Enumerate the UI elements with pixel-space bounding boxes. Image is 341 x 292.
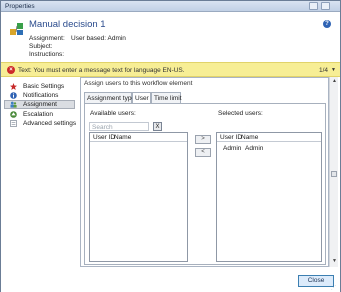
column-header-name[interactable]: Name [114,134,131,141]
chevron-down-icon[interactable]: ▼ [331,67,336,73]
nav-item-notifications[interactable]: Notifications [4,91,75,100]
instructions-label: Instructions: [29,51,65,58]
nav-item-label: Basic Settings [23,83,65,90]
resize-grip-icon[interactable]: ⋰ [331,285,336,291]
help-icon[interactable]: ? [323,20,331,28]
tab-assignment-type[interactable]: Assignment type [84,92,135,103]
element-header: Manual decision 1 Assignment: User based… [1,12,340,62]
panel-title: Assign users to this workflow element [84,80,193,87]
available-users-grid[interactable]: User ID Name [89,132,188,262]
nav-item-escalation[interactable]: Escalation [4,110,75,119]
star-icon [10,83,17,90]
title-bar: Properties [1,1,340,12]
clear-search-button[interactable]: X [153,122,162,131]
window-title: Properties [5,3,35,10]
instructions-row: Instructions: [29,51,64,58]
column-header-name[interactable]: Name [241,134,258,141]
close-button[interactable]: Close [298,275,334,287]
page-title: Manual decision 1 [29,19,106,30]
subject-label: Subject: [29,43,53,50]
escalation-icon [10,111,17,118]
nav-item-label: Notifications [23,92,59,99]
search-input[interactable]: Search [89,122,149,131]
assignment-value: User based: Admin [71,35,126,42]
user-tab-content: Available users: Search X User ID Name >… [84,103,326,265]
scroll-up-icon[interactable]: ▲ [331,78,338,85]
grid-header: User ID Name [217,133,321,142]
close-window-button[interactable] [321,2,330,10]
vertical-scrollbar[interactable]: ▲ ▼ [329,77,338,267]
remove-user-button[interactable]: < [195,148,211,157]
nav-item-label: Assignment [23,101,57,108]
available-users-label: Available users: [90,110,136,117]
validation-message: Text: You must enter a message text for … [18,67,185,74]
column-header-user-id[interactable]: User ID [93,134,115,141]
nav-item-assignment[interactable]: Assignment [4,100,75,109]
minimize-button[interactable] [309,2,318,10]
scrollbar-thumb[interactable] [331,171,337,177]
column-header-user-id[interactable]: User ID [220,134,242,141]
nav-item-label: Escalation [23,111,53,118]
table-row[interactable]: Admin Admin [217,144,321,153]
grid-header: User ID Name [90,133,187,142]
workflow-element-icon [10,23,23,35]
message-pager: 1/4 [318,67,328,74]
users-icon [10,101,17,108]
cell-user-id: Admin [223,145,242,152]
dialog-footer: Close ⋰ [1,267,340,292]
assignment-label: Assignment: [29,35,65,42]
assignment-row: Assignment: User based: Admin [29,35,126,42]
properties-window: Properties Manual decision 1 Assignment:… [0,0,341,292]
settings-icon [10,120,17,127]
nav-item-basic-settings[interactable]: Basic Settings [4,82,75,91]
error-icon: × [7,66,15,74]
assignment-panel: Assign users to this workflow element As… [80,77,329,267]
search-placeholder: Search [92,124,113,131]
settings-nav: Basic Settings Notifications Assignment [1,77,78,267]
selected-users-label: Selected users: [218,110,263,117]
cell-name: Admin [245,145,264,152]
tab-time-limit[interactable]: Time limit [151,92,182,103]
info-icon [10,92,17,99]
selected-users-grid[interactable]: User ID Name Admin Admin [216,132,322,262]
validation-message-bar[interactable]: × Text: You must enter a message text fo… [1,62,340,77]
nav-item-label: Advanced settings [23,120,77,127]
nav-item-advanced-settings[interactable]: Advanced settings [4,119,77,128]
subject-row: Subject: [29,43,53,50]
scroll-down-icon[interactable]: ▼ [331,258,338,265]
add-user-button[interactable]: > [195,135,211,144]
